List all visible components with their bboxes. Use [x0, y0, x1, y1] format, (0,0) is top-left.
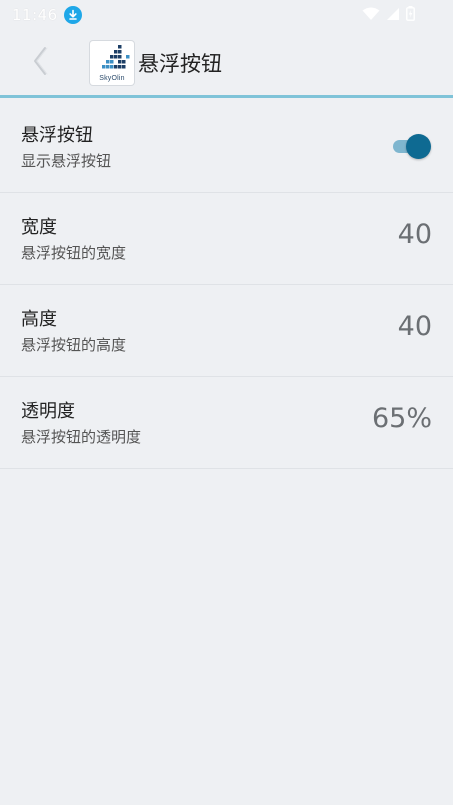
setting-floating-button[interactable]: 悬浮按钮 显示悬浮按钮: [0, 101, 453, 193]
setting-title: 透明度: [21, 401, 75, 422]
setting-value: 65%: [371, 403, 432, 434]
setting-summary: 悬浮按钮的透明度: [21, 428, 142, 446]
setting-title: 悬浮按钮: [21, 125, 93, 146]
setting-width[interactable]: 宽度 悬浮按钮的宽度 40: [0, 193, 453, 285]
setting-value: 40: [397, 219, 432, 250]
battery-icon: [406, 5, 415, 25]
setting-height[interactable]: 高度 悬浮按钮的高度 40: [0, 285, 453, 377]
status-left: 11:46: [12, 6, 82, 24]
setting-summary: 悬浮按钮的宽度: [21, 244, 127, 262]
setting-title: 高度: [21, 309, 57, 330]
setting-summary: 显示悬浮按钮: [21, 152, 112, 170]
setting-title: 宽度: [21, 217, 57, 238]
status-right: [362, 5, 441, 25]
action-bar: SkyOlin 悬浮按钮: [0, 30, 453, 98]
chevron-left-icon: [31, 45, 49, 81]
setting-value: 40: [397, 311, 432, 342]
status-time: 11:46: [12, 6, 58, 24]
logo-text: SkyOlin: [99, 74, 125, 82]
setting-summary: 悬浮按钮的高度: [21, 336, 127, 354]
toggle-thumb: [406, 134, 431, 159]
app-logo: SkyOlin: [90, 40, 134, 85]
download-icon: [63, 6, 82, 24]
floating-button-toggle[interactable]: [391, 133, 431, 159]
page-title: 悬浮按钮: [138, 51, 222, 76]
back-button[interactable]: [18, 41, 62, 85]
wifi-icon: [362, 6, 380, 25]
settings-list: 悬浮按钮 显示悬浮按钮 宽度 悬浮按钮的宽度 40 高度 悬浮按钮的高度 40 …: [0, 101, 453, 469]
status-bar: 11:46: [0, 0, 453, 30]
signal-icon: [386, 6, 400, 25]
setting-opacity[interactable]: 透明度 悬浮按钮的透明度 65%: [0, 377, 453, 469]
